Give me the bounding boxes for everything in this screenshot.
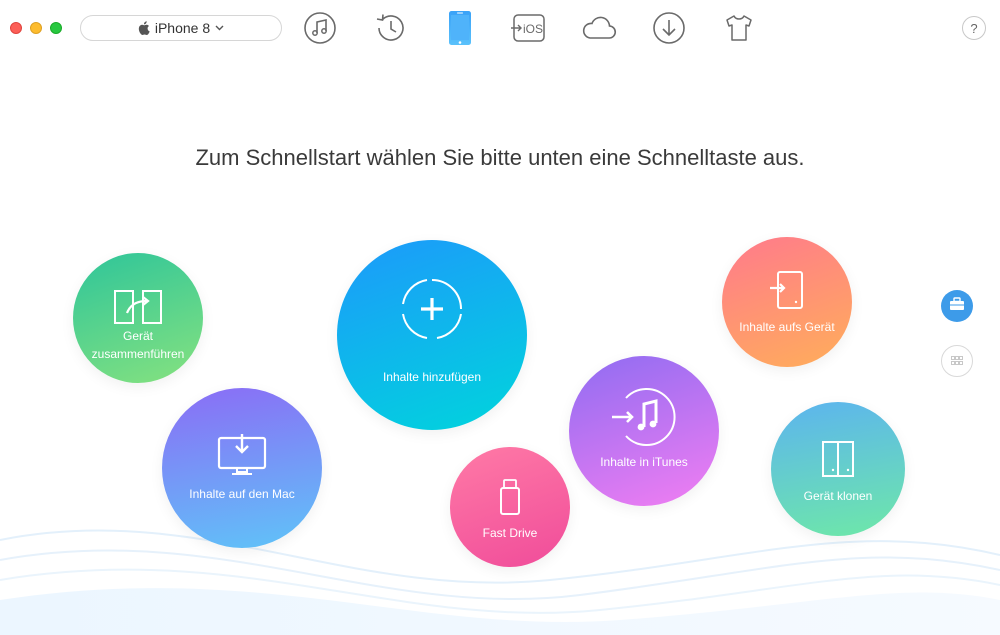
apple-icon xyxy=(138,21,150,35)
usb-drive-icon xyxy=(499,479,521,520)
device-icon[interactable] xyxy=(442,10,478,46)
to-itunes-label: Inhalte in iTunes xyxy=(600,455,688,469)
minimize-window-button[interactable] xyxy=(30,22,42,34)
close-window-button[interactable] xyxy=(10,22,22,34)
add-plus-icon xyxy=(401,278,463,345)
merge-device-shortcut[interactable]: Gerät zusammenführen xyxy=(73,253,203,383)
zoom-window-button[interactable] xyxy=(50,22,62,34)
page-headline: Zum Schnellstart wählen Sie bitte unten … xyxy=(195,145,805,170)
merge-device-label-2: zusammenführen xyxy=(91,347,185,361)
to-itunes-shortcut[interactable]: Inhalte in iTunes xyxy=(569,356,719,506)
toolbox-icon xyxy=(949,296,965,316)
add-content-shortcut[interactable]: Inhalte hinzufügen xyxy=(337,240,527,430)
merge-device-label-1: Gerät xyxy=(122,329,153,343)
apps-grid-icon xyxy=(951,352,963,370)
music-icon[interactable] xyxy=(302,10,338,46)
clone-device-shortcut[interactable]: Gerät klonen xyxy=(771,402,905,536)
clone-device-label: Gerät klonen xyxy=(803,489,873,503)
fast-drive-shortcut[interactable]: Fast Drive xyxy=(450,447,570,567)
add-content-label: Inhalte hinzufügen xyxy=(382,370,482,384)
shirt-icon[interactable] xyxy=(721,10,757,46)
apps-grid-button[interactable] xyxy=(941,345,973,377)
to-mac-label: Inhalte auf den Mac xyxy=(189,487,295,501)
merge-device-icon xyxy=(113,289,163,330)
mac-download-icon xyxy=(217,434,267,483)
phone-import-icon xyxy=(770,271,804,314)
to-device-shortcut[interactable]: Inhalte aufs Gerät xyxy=(722,237,852,367)
svg-text:iOS: iOS xyxy=(523,22,543,36)
chevron-down-icon xyxy=(215,25,224,31)
toolbox-button[interactable] xyxy=(941,290,973,322)
help-button[interactable]: ? xyxy=(962,16,986,40)
device-selector[interactable]: iPhone 8 xyxy=(80,15,282,41)
to-device-label: Inhalte aufs Gerät xyxy=(739,320,835,334)
ios-transfer-icon[interactable]: iOS xyxy=(511,10,547,46)
clone-device-icon xyxy=(821,440,855,483)
to-mac-shortcut[interactable]: Inhalte auf den Mac xyxy=(162,388,322,548)
device-name: iPhone 8 xyxy=(154,20,211,36)
history-icon[interactable] xyxy=(373,10,409,46)
download-icon[interactable] xyxy=(651,10,687,46)
itunes-transfer-icon xyxy=(612,386,676,453)
fast-drive-label: Fast Drive xyxy=(482,526,538,540)
title-bar: iPhone 8 iOS ? xyxy=(0,0,1000,58)
cloud-icon[interactable] xyxy=(581,10,617,46)
